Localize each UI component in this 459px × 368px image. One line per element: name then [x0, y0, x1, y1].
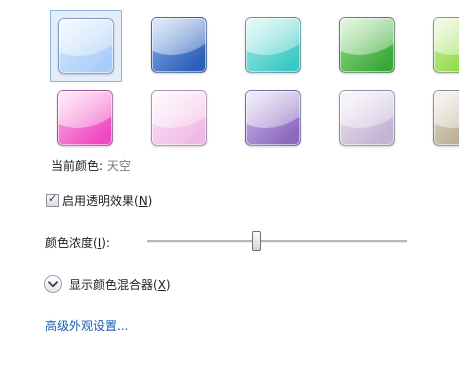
color-swatch-tile	[245, 17, 301, 73]
color-swatch-tile	[151, 17, 207, 73]
color-intensity-label: 颜色浓度(I):	[45, 236, 110, 250]
color-swatch-taupe[interactable]	[426, 83, 459, 155]
color-swatch-sky[interactable]	[50, 10, 122, 82]
color-swatch-sea[interactable]	[238, 10, 310, 82]
color-swatch-tile	[245, 90, 301, 146]
chevron-down-icon[interactable]	[44, 275, 62, 293]
color-swatch-tile	[339, 90, 395, 146]
color-swatch-blush[interactable]	[144, 83, 216, 155]
color-intensity-slider-track[interactable]	[147, 240, 407, 243]
color-swatch-leaf[interactable]	[332, 10, 404, 82]
transparency-label: 启用透明效果(N)	[62, 194, 153, 208]
advanced-appearance-settings-link[interactable]: 高级外观设置...	[45, 317, 128, 334]
color-swatch-tile	[433, 17, 459, 73]
color-swatch-lime[interactable]	[426, 10, 459, 82]
color-intensity-slider-thumb[interactable]	[252, 231, 261, 251]
transparency-checkbox[interactable]: ✓	[46, 192, 59, 207]
current-color-label: 当前颜色:	[51, 159, 104, 173]
color-swatch-twilight[interactable]	[144, 10, 216, 82]
color-swatch-lavender[interactable]	[332, 83, 404, 155]
color-swatch-tile	[433, 90, 459, 146]
color-swatch-tile	[58, 18, 114, 74]
show-color-mixer-label: 显示颜色混合器(X)	[69, 277, 171, 292]
color-swatch-tile	[339, 17, 395, 73]
color-swatch-fuchsia[interactable]	[50, 83, 122, 155]
color-swatch-tile	[151, 90, 207, 146]
show-color-mixer-toggle[interactable]: 显示颜色混合器(X)	[44, 275, 171, 293]
color-appearance-panel: 当前颜色: 天空 ✓ 启用透明效果(N) 颜色浓度(I): 显示颜色混合器(X)…	[0, 0, 459, 368]
transparency-option[interactable]: ✓ 启用透明效果(N)	[46, 192, 152, 209]
checkmark-icon: ✓	[48, 192, 58, 205]
current-color-value: 天空	[106, 159, 131, 173]
color-swatch-violet[interactable]	[238, 83, 310, 155]
current-color-line: 当前颜色: 天空	[51, 157, 131, 174]
color-swatch-tile	[57, 90, 113, 146]
